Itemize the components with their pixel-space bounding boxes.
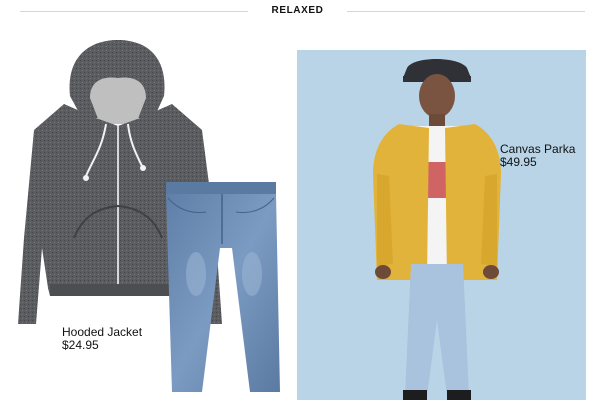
header-divider-right <box>347 11 585 12</box>
canvas-parka-name: Canvas Parka <box>500 142 576 156</box>
model-figure <box>373 59 501 400</box>
canvas-parka-price: $49.95 <box>500 155 537 169</box>
header-divider-left <box>20 11 248 12</box>
jeans-image[interactable] <box>158 182 282 402</box>
hooded-jacket-price: $24.95 <box>62 338 99 352</box>
hooded-jacket-name: Hooded Jacket <box>62 325 143 339</box>
hooded-jacket-caption[interactable]: Hooded Jacket $24.95 <box>62 326 142 352</box>
section-title: RELAXED <box>271 5 324 16</box>
canvas-parka-caption[interactable]: Canvas Parka $49.95 <box>500 143 575 169</box>
model-photo[interactable]: Canvas Parka $49.95 <box>297 50 586 400</box>
